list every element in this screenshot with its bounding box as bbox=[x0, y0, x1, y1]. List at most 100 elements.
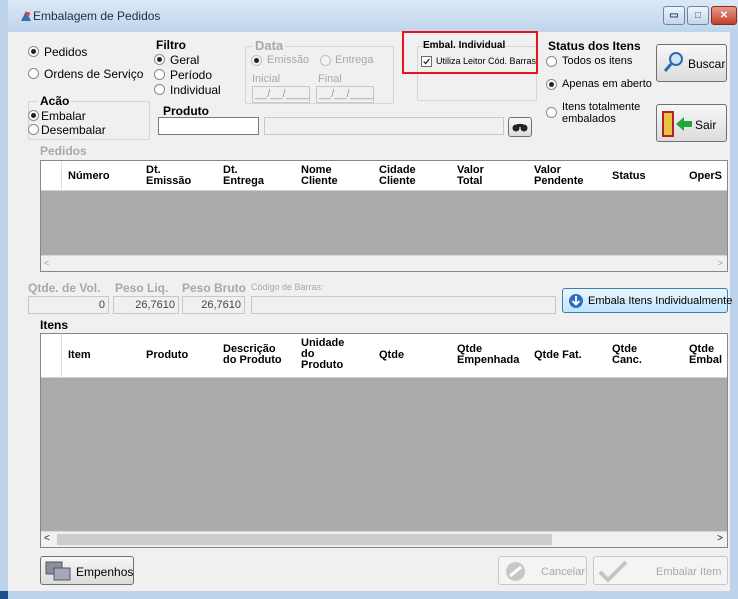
data-emissao-label: Emissão bbox=[267, 54, 310, 66]
scroll-left-icon[interactable]: < bbox=[44, 258, 49, 268]
status-aberto-label: Apenas em aberto bbox=[562, 78, 652, 90]
leitor-checkbox[interactable] bbox=[421, 56, 432, 67]
pedidos-col-nome-cliente[interactable]: Nome Cliente bbox=[301, 165, 338, 187]
pedidos-radio[interactable] bbox=[28, 46, 39, 57]
download-arrow-icon bbox=[569, 294, 583, 308]
maximize-icon: □ bbox=[694, 10, 702, 21]
itens-grid[interactable]: Item Produto Descrição do Produto Unidade… bbox=[40, 333, 728, 548]
peso-bruto-field: 26,7610 bbox=[182, 296, 245, 314]
data-final-label: Final bbox=[318, 73, 342, 85]
data-entrega-label: Entrega bbox=[335, 54, 374, 66]
data-emissao-radio[interactable] bbox=[251, 55, 262, 66]
acao-desembalar-radio[interactable] bbox=[28, 124, 39, 135]
itens-scroll-thumb[interactable] bbox=[57, 534, 552, 545]
pedidos-grid-header: Número Dt. Emissão Dt. Entrega Nome Cliente… bbox=[41, 161, 727, 191]
codigo-barras-input[interactable] bbox=[251, 296, 556, 314]
app-icon bbox=[21, 11, 31, 21]
close-button[interactable]: ✕ bbox=[711, 6, 737, 25]
status-embalados-radio[interactable] bbox=[546, 107, 557, 118]
pedidos-grid[interactable]: Número Dt. Emissão Dt. Entrega Nome Cliente… bbox=[40, 160, 728, 272]
pedidos-title: Pedidos bbox=[40, 144, 87, 158]
data-final-input[interactable]: __/__/____ bbox=[316, 86, 374, 103]
itens-col-unidade[interactable]: Unidade do Produto bbox=[301, 338, 344, 371]
embal-individual-title: Embal. Individual bbox=[423, 40, 506, 51]
pedidos-col-valor-pendente[interactable]: Valor Pendente bbox=[534, 165, 584, 187]
filtro-individual-radio[interactable] bbox=[154, 84, 165, 95]
minimize-button[interactable]: ▭ bbox=[663, 6, 685, 25]
qtde-vol-label: Qtde. de Vol. bbox=[28, 281, 101, 295]
main-window: Embalagem de Pedidos ▭ □ ✕ Pedidos Orden… bbox=[0, 0, 738, 599]
empenhos-icon bbox=[45, 561, 71, 581]
peso-bruto-label: Peso Bruto bbox=[182, 281, 247, 295]
pedidos-hscrollbar[interactable]: < > bbox=[41, 255, 727, 271]
filtro-individual-label: Individual bbox=[170, 83, 221, 97]
filtro-periodo-radio[interactable] bbox=[154, 69, 165, 80]
produto-title: Produto bbox=[163, 104, 209, 118]
filtro-geral-label: Geral bbox=[170, 53, 200, 67]
col-sep bbox=[61, 334, 62, 378]
acao-title: Acão bbox=[38, 94, 72, 108]
cancelar-button[interactable]: Cancelar bbox=[498, 556, 587, 585]
acao-desembalar-label: Desembalar bbox=[41, 123, 106, 137]
scroll-right-icon[interactable]: > bbox=[718, 258, 723, 268]
status-title: Status dos Itens bbox=[548, 39, 641, 53]
leitor-label: Utiliza Leitor Cód. Barras bbox=[436, 56, 537, 66]
itens-col-qtde-fat[interactable]: Qtde Fat. bbox=[534, 350, 582, 361]
pedidos-col-status[interactable]: Status bbox=[612, 171, 646, 182]
pedidos-col-dt-emissao[interactable]: Dt. Emissão bbox=[146, 165, 191, 187]
empenhos-button[interactable]: Empenhos bbox=[40, 556, 134, 585]
filtro-geral-radio[interactable] bbox=[154, 54, 165, 65]
data-entrega-radio[interactable] bbox=[320, 55, 331, 66]
itens-col-qtde-embal[interactable]: Qtde Embal bbox=[689, 344, 722, 366]
search-icon bbox=[663, 52, 683, 72]
cancelar-label: Cancelar bbox=[541, 566, 586, 578]
scroll-left-icon[interactable]: < bbox=[44, 533, 50, 544]
embalar-item-button[interactable]: Embalar Item bbox=[593, 556, 728, 585]
codigo-barras-label: Código de Barras: bbox=[251, 282, 324, 292]
sair-button[interactable]: Sair bbox=[656, 104, 727, 142]
itens-grid-header: Item Produto Descrição do Produto Unidade… bbox=[41, 334, 727, 378]
embala-individual-button[interactable]: Embala Itens Individualmente bbox=[562, 288, 732, 313]
pedidos-col-cidade-cliente[interactable]: Cidade Cliente bbox=[379, 165, 416, 187]
ordens-servico-radio[interactable] bbox=[28, 68, 39, 79]
acao-embalar-label: Embalar bbox=[41, 109, 86, 123]
itens-hscrollbar[interactable]: < > bbox=[41, 531, 727, 547]
data-inicial-label: Inicial bbox=[252, 73, 281, 85]
itens-col-item[interactable]: Item bbox=[68, 350, 91, 361]
binoculars-icon bbox=[512, 124, 528, 132]
status-embalados-label: Itens totalmente embalados bbox=[562, 101, 641, 125]
produto-lookup-button[interactable] bbox=[508, 117, 532, 137]
embalar-item-label: Embalar Item bbox=[656, 566, 722, 578]
exit-icon bbox=[662, 111, 692, 137]
pedidos-col-valor-total[interactable]: Valor Total bbox=[457, 165, 484, 187]
embal-highlight-box bbox=[402, 31, 538, 74]
data-title: Data bbox=[253, 38, 286, 53]
peso-liq-field: 26,7610 bbox=[113, 296, 179, 314]
buscar-label: Buscar bbox=[688, 57, 726, 71]
buscar-button[interactable]: Buscar bbox=[656, 44, 727, 82]
title-bar[interactable]: Embalagem de Pedidos ▭ □ ✕ bbox=[8, 0, 738, 32]
qtde-vol-field: 0 bbox=[28, 296, 109, 314]
pedidos-col-opers[interactable]: OperS bbox=[689, 171, 722, 182]
status-todos-label: Todos os itens bbox=[562, 55, 633, 67]
pedidos-col-numero[interactable]: Número bbox=[68, 171, 110, 182]
itens-col-qtde[interactable]: Qtde bbox=[379, 350, 404, 361]
itens-col-descricao[interactable]: Descrição do Produto bbox=[223, 344, 282, 366]
acao-embalar-radio[interactable] bbox=[28, 110, 39, 121]
status-todos-radio[interactable] bbox=[546, 56, 557, 67]
produto-input[interactable] bbox=[158, 117, 259, 135]
produto-descricao-field bbox=[264, 117, 504, 135]
ordens-servico-label: Ordens de Serviço bbox=[44, 67, 144, 81]
status-aberto-radio[interactable] bbox=[546, 79, 557, 90]
minimize-icon: ▭ bbox=[669, 10, 679, 21]
maximize-button[interactable]: □ bbox=[687, 6, 709, 25]
pedidos-col-dt-entrega[interactable]: Dt. Entrega bbox=[223, 165, 264, 187]
peso-liq-label: Peso Liq. bbox=[115, 281, 169, 295]
filtro-periodo-label: Período bbox=[170, 68, 213, 82]
scroll-right-icon[interactable]: > bbox=[717, 533, 723, 544]
itens-col-produto[interactable]: Produto bbox=[146, 350, 188, 361]
itens-col-qtde-canc[interactable]: Qtde Canc. bbox=[612, 344, 642, 366]
itens-col-qtde-empenhada[interactable]: Qtde Empenhada bbox=[457, 344, 519, 366]
data-inicial-input[interactable]: __/__/____ bbox=[252, 86, 310, 103]
filtro-title: Filtro bbox=[156, 38, 186, 52]
